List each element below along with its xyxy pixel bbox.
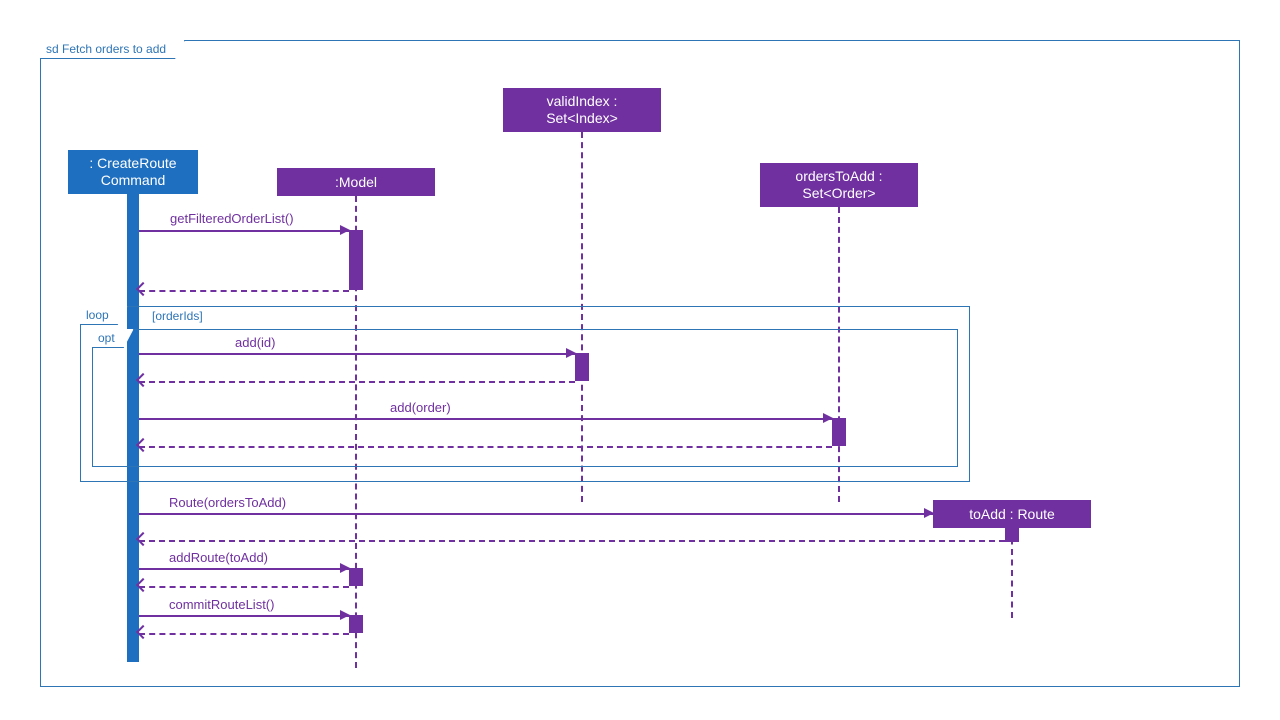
arrow-right-icon [823,413,833,423]
activation-model-getfilteredorderlist [349,230,363,290]
lifeline-label-line2: Command [101,172,166,189]
line-icon [139,230,349,232]
msg-label-addroute: addRoute(toAdd) [169,550,268,565]
msg-label-addorder: add(order) [390,400,451,415]
msg-label-route-orderstoadd: Route(ordersToAdd) [169,495,286,510]
line-icon [139,586,349,588]
line-icon [139,540,1005,542]
line-icon [139,633,349,635]
msg-label-commitroutelist: commitRouteList() [169,597,274,612]
line-icon [139,513,933,515]
line-icon [139,290,349,292]
arrow-right-icon [924,508,934,518]
line-icon [139,353,575,355]
activation-model-commitroutelist [349,615,363,633]
line-icon [139,446,832,448]
arrow-right-icon [340,610,350,620]
arrow-right-icon [340,563,350,573]
line-icon [139,615,349,617]
opt-frame-label: opt [92,329,134,348]
sd-frame-label: sd Fetch orders to add [40,40,185,59]
lifeline-to-add-route: toAdd : Route [933,500,1091,528]
lifeline-label: :Model [335,174,377,191]
lifeline-model: :Model [277,168,435,196]
lifeline-create-route-command: : CreateRoute Command [68,150,198,194]
line-icon [139,418,832,420]
lifeline-label-line2: Set<Order> [802,185,875,202]
lifeline-label-line1: : CreateRoute [89,155,176,172]
arrow-right-icon [340,225,350,235]
activation-model-addroute [349,568,363,586]
lifeline-label-line1: validIndex : [547,93,618,110]
lifeline-label-line1: ordersToAdd : [795,168,882,185]
msg-label-addid: add(id) [235,335,275,350]
line-icon [139,381,575,383]
loop-guard: [orderIds] [152,309,203,323]
loop-frame-label: loop [80,306,128,325]
lifeline-orders-to-add: ordersToAdd : Set<Order> [760,163,918,207]
lifeline-label: toAdd : Route [969,506,1055,523]
lifeline-label-line2: Set<Index> [546,110,618,127]
arrow-right-icon [566,348,576,358]
line-icon [139,568,349,570]
lifeline-valid-index: validIndex : Set<Index> [503,88,661,132]
msg-label-getfilteredorderlist: getFilteredOrderList() [170,211,294,226]
activation-toadd-route [1005,528,1019,542]
